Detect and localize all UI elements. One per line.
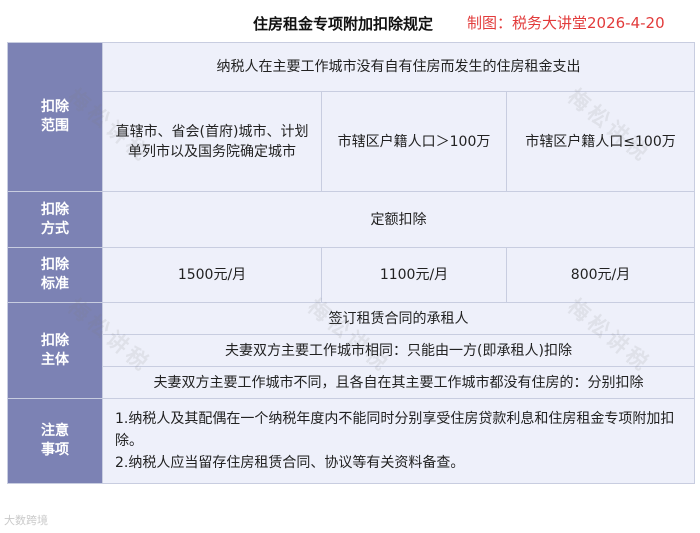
footer-watermark: 大数跨境 bbox=[4, 514, 48, 527]
note-item-1: 1.纳税人及其配偶在一个纳税年度内不能同时分别享受住房贷款利息和住房租金专项附加… bbox=[115, 411, 675, 449]
notes-row: 注意 事项 1.纳税人及其配偶在一个纳税年度内不能同时分别享受住房贷款利息和住房… bbox=[7, 398, 696, 484]
standard-tier3: 800元/月 bbox=[505, 247, 696, 303]
standard-label: 扣除 标准 bbox=[7, 247, 103, 303]
standard-label-line2: 标准 bbox=[41, 276, 69, 292]
standard-tier1: 1500元/月 bbox=[102, 247, 322, 303]
notes-label-line2: 事项 bbox=[41, 442, 69, 458]
scope-label-line1: 扣除 bbox=[41, 99, 69, 115]
notes-label-line1: 注意 bbox=[41, 423, 69, 439]
scope-description: 纳税人在主要工作城市没有自有住房而发生的住房租金支出 bbox=[101, 42, 696, 92]
page-title: 住房租金专项附加扣除规定 bbox=[253, 15, 434, 33]
scope-city-tier2: 市辖区户籍人口＞100万 bbox=[321, 91, 507, 192]
scope-row-cities: 直辖市、省会(首府)城市、计划 单列市以及国务院确定城市 市辖区户籍人口＞100… bbox=[8, 91, 696, 192]
scope-label: 扣除 范围 bbox=[7, 42, 103, 192]
subject-row-3: 夫妻双方主要工作城市不同，且各自在其主要工作城市都没有住房的：分别扣除 bbox=[8, 366, 696, 399]
subject-label-line2: 主体 bbox=[41, 351, 69, 368]
subject-tenant: 签订租赁合同的承租人 bbox=[101, 302, 696, 335]
standard-tier2: 1100元/月 bbox=[321, 247, 507, 303]
scope-row-top: 扣除 范围 纳税人在主要工作城市没有自有住房而发生的住房租金支出 bbox=[7, 42, 696, 192]
method-label: 扣除 方式 bbox=[7, 191, 103, 248]
scope-city-tier1-line2: 单列市以及国务院确定城市 bbox=[128, 143, 296, 160]
scope-city-tier1-line1: 直辖市、省会(首府)城市、计划 bbox=[115, 123, 309, 140]
scope-label-line2: 范围 bbox=[41, 118, 69, 134]
subject-different-city: 夫妻双方主要工作城市不同，且各自在其主要工作城市都没有住房的：分别扣除 bbox=[101, 366, 696, 399]
header: 住房租金专项附加扣除规定 制图：税务大讲堂2026-4-20 bbox=[0, 0, 700, 42]
subject-same-city: 夫妻双方主要工作城市相同：只能由一方(即承租人)扣除 bbox=[101, 334, 696, 367]
scope-city-tier3: 市辖区户籍人口≤100万 bbox=[505, 91, 696, 192]
notes-content: 1.纳税人及其配偶在一个纳税年度内不能同时分别享受住房贷款利息和住房租金专项附加… bbox=[101, 398, 696, 484]
subject-row-2: 夫妻双方主要工作城市相同：只能由一方(即承租人)扣除 bbox=[8, 334, 696, 367]
method-row: 扣除 方式 定额扣除 bbox=[7, 191, 696, 248]
scope-city-tier1: 直辖市、省会(首府)城市、计划 单列市以及国务院确定城市 bbox=[102, 91, 322, 192]
deduction-table: 扣除 范围 纳税人在主要工作城市没有自有住房而发生的住房租金支出 直辖市、省会(… bbox=[7, 42, 696, 484]
note-item-2: 2.纳税人应当留存住房租赁合同、协议等有关资料备查。 bbox=[115, 455, 465, 471]
method-label-line1: 扣除 bbox=[41, 201, 69, 218]
credit-text: 制图：税务大讲堂2026-4-20 bbox=[467, 14, 665, 32]
standard-row: 扣除 标准 1500元/月 1100元/月 800元/月 bbox=[7, 247, 696, 303]
method-label-line2: 方式 bbox=[41, 220, 69, 237]
standard-label-line1: 扣除 bbox=[41, 257, 69, 273]
method-value: 定额扣除 bbox=[101, 191, 696, 248]
subject-label: 扣除 主体 bbox=[7, 302, 103, 399]
subject-row-1: 扣除 主体 签订租赁合同的承租人 bbox=[7, 302, 696, 399]
notes-label: 注意 事项 bbox=[7, 398, 103, 484]
subject-label-line1: 扣除 bbox=[41, 332, 69, 349]
